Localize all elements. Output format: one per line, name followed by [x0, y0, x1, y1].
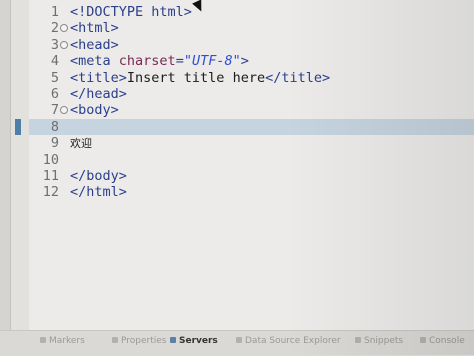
code-token: <head> [70, 36, 119, 53]
code-text: <!DOCTYPE html> [70, 4, 192, 20]
code-token: <html> [70, 20, 119, 37]
code-line[interactable]: 5 <title>Insert title here</title> [29, 70, 474, 86]
line-number: 6 [50, 86, 59, 102]
code-line[interactable]: 3 <head> [29, 37, 474, 53]
line-number: 12 [42, 184, 59, 201]
bottom-tab-markers[interactable]: Markers [40, 336, 85, 346]
code-text: <body> [70, 102, 119, 118]
tab-label: Data Source Explorer [245, 336, 341, 346]
bottom-tab-data-source-explorer[interactable]: Data Source Explorer [236, 336, 341, 346]
line-number: 9 [50, 135, 59, 152]
tab-icon [420, 337, 426, 343]
tab-icon [40, 337, 46, 343]
tab-icon [112, 337, 118, 343]
code-token: </title> [265, 69, 331, 86]
code-token: "UTF-8" [183, 53, 241, 70]
bottom-tab-console[interactable]: Console [420, 336, 465, 346]
fold-toggle-icon[interactable] [60, 40, 68, 49]
line-number: 7 [50, 102, 59, 119]
code-line[interactable]: 12 </html> [29, 184, 474, 200]
bottom-tab-servers[interactable]: Servers [170, 336, 218, 346]
code-token: > [240, 53, 249, 70]
tab-icon [355, 337, 361, 343]
tab-icon [170, 337, 176, 343]
bottom-tab-bar: Markers Properties Servers Data Source Expl… [0, 330, 474, 356]
code-token: </head> [70, 86, 127, 102]
line-number: 1 [50, 4, 59, 20]
code-text: </html> [70, 184, 127, 200]
tab-icon [236, 337, 242, 343]
code-token: </html> [70, 184, 127, 201]
code-line[interactable]: 11 </body> [29, 168, 474, 184]
code-token: <!DOCTYPE html> [70, 4, 192, 20]
line-number: 2 [50, 20, 59, 37]
code-line[interactable]: 9 欢迎 [29, 135, 474, 151]
code-line[interactable]: 10 [29, 152, 474, 168]
line-number: 4 [50, 53, 59, 70]
code-text: <title>Insert title here</title> [70, 70, 330, 86]
line-number: 3 [50, 36, 59, 53]
code-line[interactable]: 2 <html> [29, 20, 474, 36]
bottom-tab-properties[interactable]: Properties [112, 336, 166, 346]
code-token: <title> [70, 69, 127, 86]
code-token: </body> [70, 168, 127, 184]
code-line[interactable]: 6 </head> [29, 86, 474, 102]
code-text: <html> [70, 20, 119, 36]
line-number: 11 [42, 168, 59, 184]
editor-left-strip [0, 0, 11, 330]
code-line[interactable]: 1 <!DOCTYPE html> [29, 4, 474, 20]
line-number: 8 [50, 118, 59, 135]
tab-label: Snippets [364, 336, 404, 346]
current-line-marker [15, 118, 21, 135]
code-text: <meta charset="UTF-8"> [70, 53, 249, 69]
code-token: <meta [70, 53, 119, 70]
line-number: 5 [50, 69, 59, 86]
fold-toggle-icon[interactable] [60, 24, 68, 33]
code-token: = [175, 53, 184, 70]
line-number: 10 [42, 151, 59, 168]
bottom-tab-snippets[interactable]: Snippets [355, 336, 403, 346]
code-text: <head> [70, 37, 119, 53]
code-token: 欢迎 [70, 137, 92, 151]
tab-label: Markers [49, 336, 85, 346]
code-text: </head> [70, 86, 127, 102]
code-line[interactable]: 8 [15, 118, 474, 135]
code-text: 欢迎 [70, 135, 92, 152]
code-line[interactable]: 7 <body> [29, 102, 474, 118]
code-token: charset [118, 53, 176, 70]
code-text: </body> [70, 168, 127, 184]
code-token: <body> [70, 102, 119, 119]
code-line[interactable]: 4 <meta charset="UTF-8"> [29, 53, 474, 69]
tab-label: Properties [121, 336, 167, 346]
tab-label: Console [429, 336, 465, 346]
code-editor[interactable]: 1 <!DOCTYPE html> 2 <html> 3 <head> 4 <meta cha… [15, 0, 474, 330]
fold-toggle-icon[interactable] [60, 106, 68, 115]
tab-label: Servers [179, 336, 218, 346]
code-token: Insert title here [126, 69, 266, 86]
editor-ruler [11, 0, 29, 330]
